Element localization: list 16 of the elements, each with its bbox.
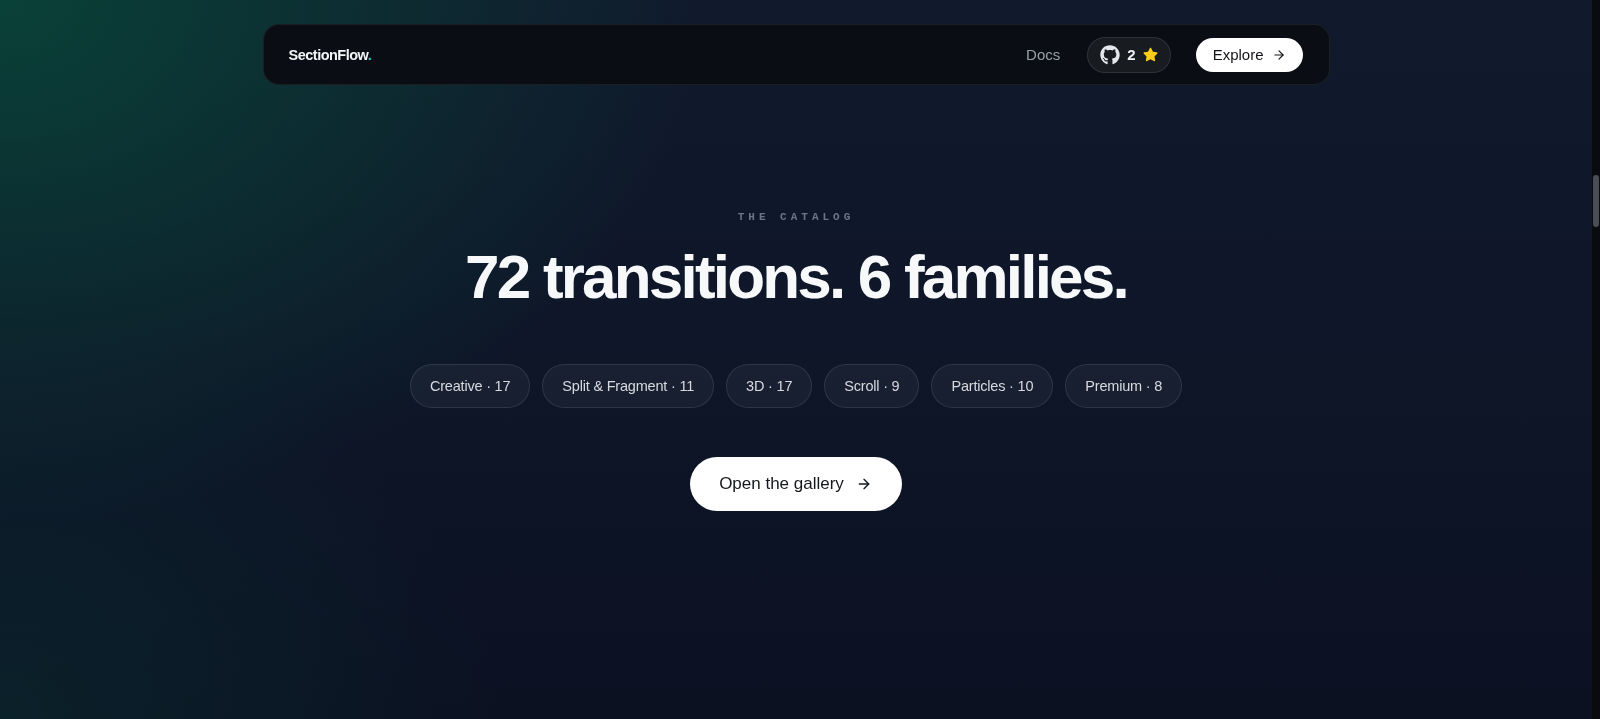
star-icon <box>1142 47 1158 62</box>
family-tag: Particles · 10 <box>931 364 1054 408</box>
github-icon <box>1100 44 1121 65</box>
family-tag: Premium · 8 <box>1065 364 1183 408</box>
family-tag: Scroll · 9 <box>824 364 920 408</box>
family-tag: Creative · 17 <box>409 364 531 408</box>
section-eyebrow: THE CATALOG <box>737 210 855 225</box>
family-tag: 3D · 17 <box>726 364 813 408</box>
hero-heading: 72 transitions. 6 families. <box>465 243 1127 311</box>
scrollbar-thumb[interactable] <box>1593 175 1599 227</box>
open-gallery-button[interactable]: Open the gallery <box>690 457 902 511</box>
logo-link[interactable]: SectionFlow. <box>288 46 372 63</box>
explore-button[interactable]: Explore <box>1195 37 1303 72</box>
family-tag: Split & Fragment · 11 <box>542 364 715 408</box>
docs-link[interactable]: Docs <box>1026 46 1061 63</box>
github-stars-button[interactable]: 2 <box>1087 36 1171 73</box>
